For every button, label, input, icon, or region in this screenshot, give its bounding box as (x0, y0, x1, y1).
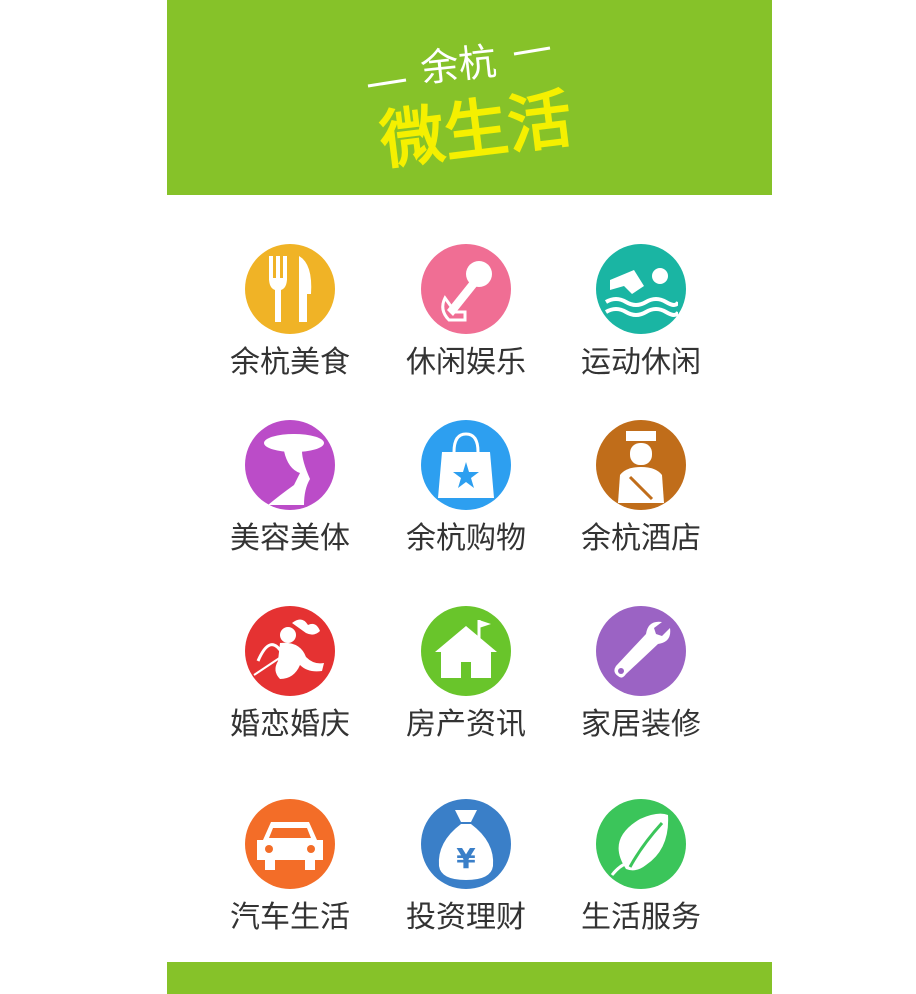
menu-item-auto[interactable]: 汽车生活 (215, 799, 365, 937)
menu-item-label: 投资理财 (406, 900, 526, 935)
wrench-icon (596, 606, 686, 696)
cupid-icon (245, 606, 335, 696)
menu-item-label: 家居装修 (581, 707, 701, 742)
menu-item-label: 房产资讯 (406, 707, 526, 742)
menu-item-label: 余杭酒店 (581, 521, 701, 556)
menu-item-label: 汽车生活 (230, 900, 350, 935)
menu-item-label: 生活服务 (581, 900, 701, 935)
menu-item-finance[interactable]: ¥ 投资理财 (391, 799, 541, 937)
menu-item-label: 余杭购物 (406, 521, 526, 556)
lady-hat-icon (245, 420, 335, 510)
service-menu-grid: 余杭美食 休闲娱乐 运动休闲 美容美体 余杭购物 余杭酒店 婚恋婚庆 房产资讯 … (0, 0, 916, 994)
menu-item-beauty[interactable]: 美容美体 (215, 420, 365, 558)
footer-bar (167, 962, 772, 994)
car-icon (245, 799, 335, 889)
svg-text:¥: ¥ (456, 842, 476, 875)
menu-item-shopping[interactable]: 余杭购物 (391, 420, 541, 558)
menu-item-real-estate[interactable]: 房产资讯 (391, 606, 541, 744)
menu-item-label: 美容美体 (230, 521, 350, 556)
menu-item-home-decor[interactable]: 家居装修 (566, 606, 716, 744)
menu-item-entertainment[interactable]: 休闲娱乐 (391, 244, 541, 382)
swimmer-icon (596, 244, 686, 334)
menu-item-label: 余杭美食 (230, 345, 350, 380)
leaf-icon (596, 799, 686, 889)
shopping-bag-icon (421, 420, 511, 510)
menu-item-food[interactable]: 余杭美食 (215, 244, 365, 382)
money-bag-icon: ¥ (421, 799, 511, 889)
fork-knife-icon (245, 244, 335, 334)
menu-item-hotel[interactable]: 余杭酒店 (566, 420, 716, 558)
hotel-porter-icon (596, 420, 686, 510)
menu-item-label: 休闲娱乐 (406, 345, 526, 380)
menu-item-label: 运动休闲 (581, 345, 701, 380)
menu-item-wedding[interactable]: 婚恋婚庆 (215, 606, 365, 744)
menu-item-label: 婚恋婚庆 (230, 707, 350, 742)
menu-item-life-services[interactable]: 生活服务 (566, 799, 716, 937)
menu-item-sports[interactable]: 运动休闲 (566, 244, 716, 382)
microphone-icon (421, 244, 511, 334)
house-icon (421, 606, 511, 696)
